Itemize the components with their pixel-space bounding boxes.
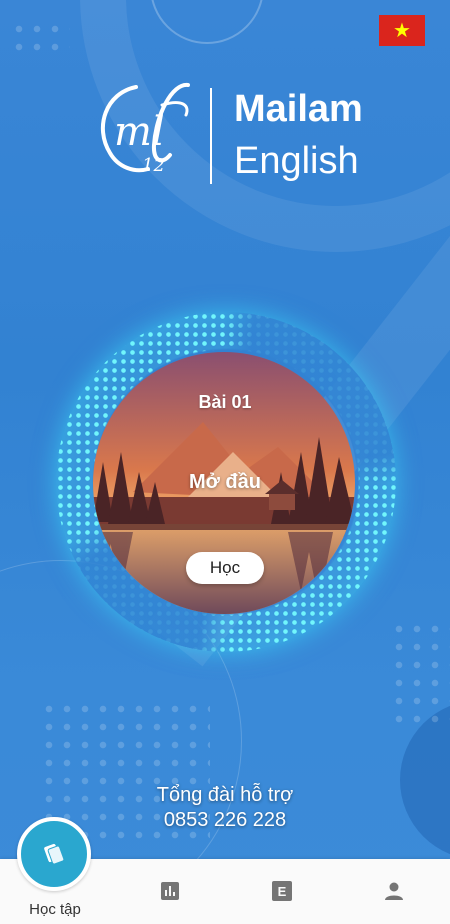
letter-e-icon: E [272, 881, 292, 901]
lesson-number: Bài 01 [198, 392, 252, 412]
language-flag-button[interactable]: ★ [379, 15, 425, 46]
brand-name: Mailam [234, 88, 363, 130]
nav-item-learning[interactable]: Học tập [0, 817, 110, 924]
user-icon [385, 882, 403, 900]
logo-divider [210, 88, 212, 184]
bottom-navigation: Học tập E [0, 817, 450, 924]
nav-label-learning: Học tập [29, 901, 81, 918]
vietnam-flag-icon: ★ [393, 19, 411, 42]
brand-subtitle: English [234, 140, 359, 182]
logo-small-text: 12 [142, 155, 165, 176]
nav-item-stats[interactable] [140, 859, 200, 924]
decor-dots-top [10, 20, 70, 60]
brand-logo-icon: ml 12 [92, 75, 202, 185]
bar-chart-icon [161, 882, 179, 900]
lesson-title: Mở đầu [189, 471, 261, 493]
study-button[interactable]: Học [186, 552, 264, 584]
support-title: Tổng đài hỗ trợ [156, 784, 294, 806]
logo-monogram: ml [114, 109, 165, 155]
decor-dots-right [390, 620, 450, 730]
nav-item-profile[interactable] [364, 859, 424, 924]
nav-active-bubble [17, 817, 91, 891]
letter-e-text: E [277, 883, 287, 899]
cards-icon [44, 843, 65, 865]
nav-item-english[interactable]: E [252, 859, 312, 924]
